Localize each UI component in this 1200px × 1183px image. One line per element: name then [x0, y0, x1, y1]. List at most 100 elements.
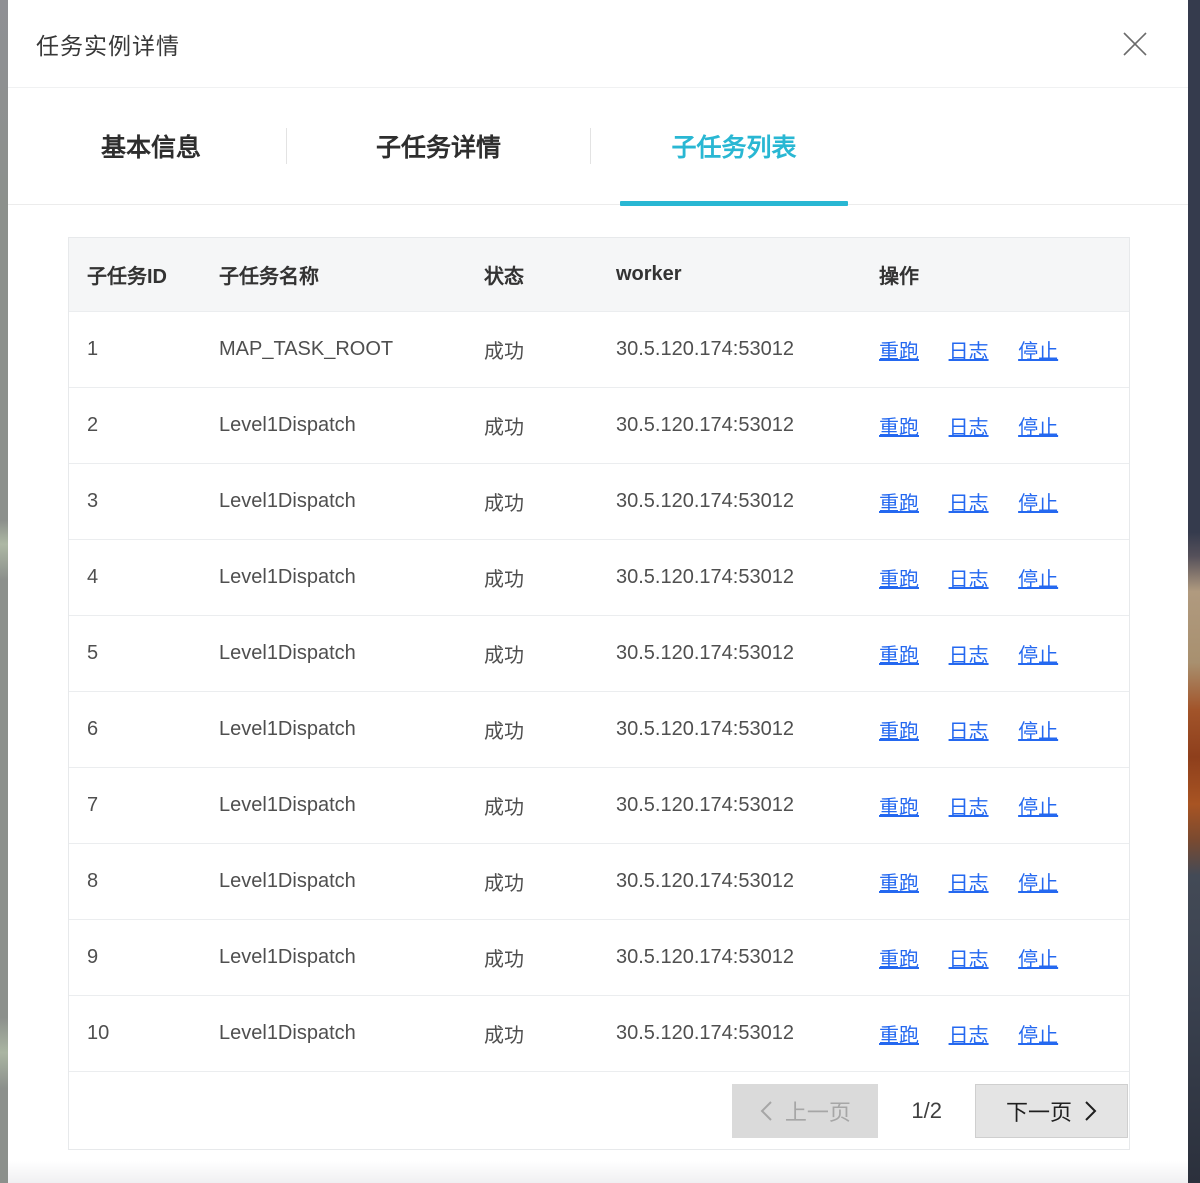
cell-subtask-id: 5 — [87, 642, 219, 665]
tab-subtask-detail[interactable]: 子任务详情 — [287, 88, 590, 204]
action-rerun-link[interactable]: 重跑 — [879, 949, 919, 971]
cell-worker: 30.5.120.174:53012 — [616, 794, 879, 817]
next-page-label: 下一页 — [1006, 1095, 1072, 1127]
table-row: 6 Level1Dispatch 成功 30.5.120.174:53012 重… — [69, 691, 1129, 767]
pagination: 上一页 1/2 下一页 — [69, 1071, 1129, 1149]
action-stop-link[interactable]: 停止 — [1018, 1025, 1058, 1047]
tab-basic-info[interactable]: 基本信息 — [16, 88, 286, 204]
action-stop-link[interactable]: 停止 — [1018, 797, 1058, 819]
table-row: 4 Level1Dispatch 成功 30.5.120.174:53012 重… — [69, 539, 1129, 615]
action-log-link[interactable]: 日志 — [949, 493, 989, 515]
action-rerun-link[interactable]: 重跑 — [879, 721, 919, 743]
cell-subtask-name: Level1Dispatch — [219, 642, 484, 665]
cell-actions: 重跑 日志 停止 — [879, 411, 1129, 440]
action-rerun-link[interactable]: 重跑 — [879, 417, 919, 439]
subtask-table: 子任务ID 子任务名称 状态 worker 操作 1 MAP_TASK_ROOT… — [68, 237, 1130, 1150]
table-row: 3 Level1Dispatch 成功 30.5.120.174:53012 重… — [69, 463, 1129, 539]
cell-actions: 重跑 日志 停止 — [879, 791, 1129, 820]
cell-worker: 30.5.120.174:53012 — [616, 1022, 879, 1045]
table-body: 1 MAP_TASK_ROOT 成功 30.5.120.174:53012 重跑… — [69, 311, 1129, 1071]
next-page-button[interactable]: 下一页 — [975, 1084, 1128, 1138]
page-title: 任务实例详情 — [36, 27, 180, 61]
header-cell-actions: 操作 — [879, 260, 1129, 289]
cell-subtask-name: Level1Dispatch — [219, 566, 484, 589]
background-page-left-strip — [0, 0, 8, 1183]
background-page-right-strip — [1188, 0, 1200, 1183]
cell-worker: 30.5.120.174:53012 — [616, 946, 879, 969]
page-indicator: 1/2 — [911, 1098, 942, 1124]
cell-actions: 重跑 日志 停止 — [879, 487, 1129, 516]
action-stop-link[interactable]: 停止 — [1018, 417, 1058, 439]
cell-subtask-name: MAP_TASK_ROOT — [219, 338, 484, 361]
action-log-link[interactable]: 日志 — [949, 569, 989, 591]
action-log-link[interactable]: 日志 — [949, 645, 989, 667]
cell-worker: 30.5.120.174:53012 — [616, 642, 879, 665]
cell-status: 成功 — [484, 411, 616, 440]
action-log-link[interactable]: 日志 — [949, 417, 989, 439]
cell-subtask-name: Level1Dispatch — [219, 1022, 484, 1045]
header-cell-worker: worker — [616, 263, 879, 286]
action-rerun-link[interactable]: 重跑 — [879, 873, 919, 895]
cell-subtask-name: Level1Dispatch — [219, 794, 484, 817]
cell-subtask-id: 1 — [87, 338, 219, 361]
action-rerun-link[interactable]: 重跑 — [879, 797, 919, 819]
modal-bottom-shadow — [8, 1161, 1188, 1183]
cell-subtask-name: Level1Dispatch — [219, 414, 484, 437]
cell-actions: 重跑 日志 停止 — [879, 715, 1129, 744]
action-log-link[interactable]: 日志 — [949, 873, 989, 895]
cell-subtask-id: 6 — [87, 718, 219, 741]
cell-status: 成功 — [484, 791, 616, 820]
tab-subtask-list[interactable]: 子任务列表 — [591, 88, 877, 204]
cell-status: 成功 — [484, 335, 616, 364]
prev-page-button[interactable]: 上一页 — [732, 1084, 878, 1138]
action-stop-link[interactable]: 停止 — [1018, 569, 1058, 591]
cell-subtask-name: Level1Dispatch — [219, 490, 484, 513]
cell-status: 成功 — [484, 715, 616, 744]
cell-status: 成功 — [484, 563, 616, 592]
prev-page-label: 上一页 — [785, 1095, 851, 1127]
cell-subtask-id: 10 — [87, 1022, 219, 1045]
header-cell-subtask-id: 子任务ID — [87, 260, 219, 289]
cell-worker: 30.5.120.174:53012 — [616, 870, 879, 893]
cell-status: 成功 — [484, 487, 616, 516]
cell-subtask-id: 4 — [87, 566, 219, 589]
header-cell-subtask-name: 子任务名称 — [219, 260, 484, 289]
action-rerun-link[interactable]: 重跑 — [879, 569, 919, 591]
cell-subtask-id: 9 — [87, 946, 219, 969]
action-log-link[interactable]: 日志 — [949, 1025, 989, 1047]
cell-actions: 重跑 日志 停止 — [879, 639, 1129, 668]
action-rerun-link[interactable]: 重跑 — [879, 645, 919, 667]
action-log-link[interactable]: 日志 — [949, 341, 989, 363]
action-stop-link[interactable]: 停止 — [1018, 721, 1058, 743]
cell-worker: 30.5.120.174:53012 — [616, 414, 879, 437]
tab-label: 子任务列表 — [671, 128, 796, 164]
table-header-row: 子任务ID 子任务名称 状态 worker 操作 — [69, 238, 1129, 311]
action-rerun-link[interactable]: 重跑 — [879, 1025, 919, 1047]
cell-actions: 重跑 日志 停止 — [879, 943, 1129, 972]
action-log-link[interactable]: 日志 — [949, 949, 989, 971]
action-log-link[interactable]: 日志 — [949, 797, 989, 819]
cell-subtask-id: 3 — [87, 490, 219, 513]
tab-bar: 基本信息 子任务详情 子任务列表 — [8, 88, 1188, 205]
cell-worker: 30.5.120.174:53012 — [616, 718, 879, 741]
action-rerun-link[interactable]: 重跑 — [879, 341, 919, 363]
table-row: 7 Level1Dispatch 成功 30.5.120.174:53012 重… — [69, 767, 1129, 843]
cell-actions: 重跑 日志 停止 — [879, 335, 1129, 364]
cell-status: 成功 — [484, 943, 616, 972]
close-icon — [1120, 29, 1150, 59]
action-stop-link[interactable]: 停止 — [1018, 645, 1058, 667]
cell-subtask-name: Level1Dispatch — [219, 946, 484, 969]
cell-status: 成功 — [484, 1019, 616, 1048]
cell-worker: 30.5.120.174:53012 — [616, 490, 879, 513]
action-rerun-link[interactable]: 重跑 — [879, 493, 919, 515]
tab-label: 基本信息 — [101, 128, 201, 164]
cell-subtask-id: 2 — [87, 414, 219, 437]
action-stop-link[interactable]: 停止 — [1018, 873, 1058, 895]
action-stop-link[interactable]: 停止 — [1018, 341, 1058, 363]
action-stop-link[interactable]: 停止 — [1018, 493, 1058, 515]
table-row: 5 Level1Dispatch 成功 30.5.120.174:53012 重… — [69, 615, 1129, 691]
close-button[interactable] — [1116, 25, 1154, 63]
cell-subtask-name: Level1Dispatch — [219, 718, 484, 741]
action-stop-link[interactable]: 停止 — [1018, 949, 1058, 971]
action-log-link[interactable]: 日志 — [949, 721, 989, 743]
